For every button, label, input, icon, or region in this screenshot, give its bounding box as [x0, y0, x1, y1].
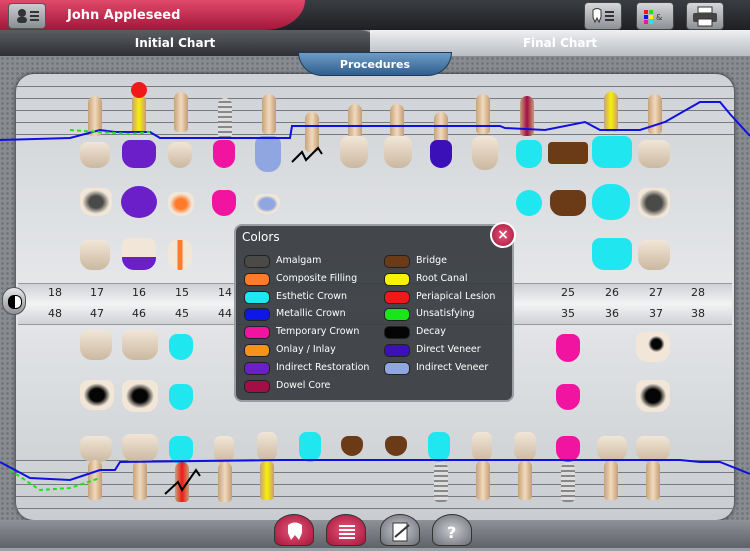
procedures-label: Procedures — [339, 58, 411, 71]
legend-swatch — [244, 361, 270, 375]
fracture-mark-12 — [291, 146, 323, 163]
upper-gingival-line — [0, 101, 750, 141]
tooth-chart-icon — [288, 522, 302, 540]
bottom-toolbar — [0, 520, 750, 548]
tooth-chart-button[interactable] — [274, 514, 314, 546]
legend-swatch — [384, 272, 410, 286]
legend-label: Temporary Crown — [276, 326, 360, 338]
legend-title: Colors — [242, 230, 280, 244]
legend-label: Periapical Lesion — [416, 290, 496, 302]
legend-label: Unsatisfying — [416, 308, 475, 320]
legend-swatch — [244, 326, 270, 340]
list-icon — [339, 525, 355, 539]
legend-swatch — [244, 272, 270, 286]
notes-button[interactable] — [380, 514, 420, 546]
print-button[interactable] — [686, 2, 724, 30]
procedures-button[interactable]: Procedures — [298, 52, 452, 76]
legend-swatch — [384, 255, 410, 268]
lower-gingival-line — [0, 459, 750, 482]
print-icon — [693, 6, 717, 27]
list-button[interactable] — [326, 514, 366, 546]
patient-name: John Appleseed — [67, 8, 181, 23]
legend-label: Indirect Veneer — [416, 361, 489, 373]
tab-initial-label: Initial Chart — [134, 36, 216, 50]
legend-label: Decay — [416, 326, 446, 338]
tooth-list-icon — [592, 8, 614, 24]
close-legend-button[interactable]: × — [490, 222, 516, 248]
close-icon: × — [497, 227, 509, 243]
legend-swatch — [244, 308, 270, 322]
svg-text:&: & — [656, 13, 662, 22]
legend-label: Dowel Core — [276, 379, 331, 391]
legend-label: Onlay / Inlay — [276, 344, 336, 355]
legend-swatch — [384, 290, 410, 304]
legend-label: Indirect Restoration — [276, 361, 370, 373]
legend-swatch — [384, 344, 410, 357]
chart-colors-button[interactable]: & — [636, 2, 674, 30]
tooth-list-button[interactable] — [584, 2, 622, 30]
help-button[interactable]: ? — [432, 514, 472, 546]
legend-label: Esthetic Crown — [276, 290, 348, 302]
legend-swatch — [384, 326, 410, 340]
legend-swatch — [244, 290, 270, 304]
legend-swatch — [384, 361, 410, 375]
legend-swatch — [244, 379, 270, 393]
legend-label: Root Canal — [416, 272, 468, 284]
legend-label: Amalgam — [276, 255, 322, 266]
chart-colors-icon: & — [644, 10, 662, 24]
profile-button[interactable] — [8, 3, 46, 29]
legend-label: Metallic Crown — [276, 308, 346, 320]
legend-label: Composite Filling — [276, 272, 358, 284]
notes-icon — [392, 522, 410, 542]
legend-swatch — [244, 344, 270, 357]
svg-text:?: ? — [447, 523, 456, 542]
fracture-mark-45 — [164, 468, 201, 495]
legend-swatch — [384, 308, 410, 322]
tab-final-label: Final Chart — [522, 36, 598, 50]
profile-icon — [17, 9, 39, 23]
legend-label: Bridge — [416, 255, 447, 266]
legend-swatch — [244, 255, 270, 268]
help-icon: ? — [447, 523, 456, 542]
legend-label: Direct Veneer — [416, 344, 481, 355]
